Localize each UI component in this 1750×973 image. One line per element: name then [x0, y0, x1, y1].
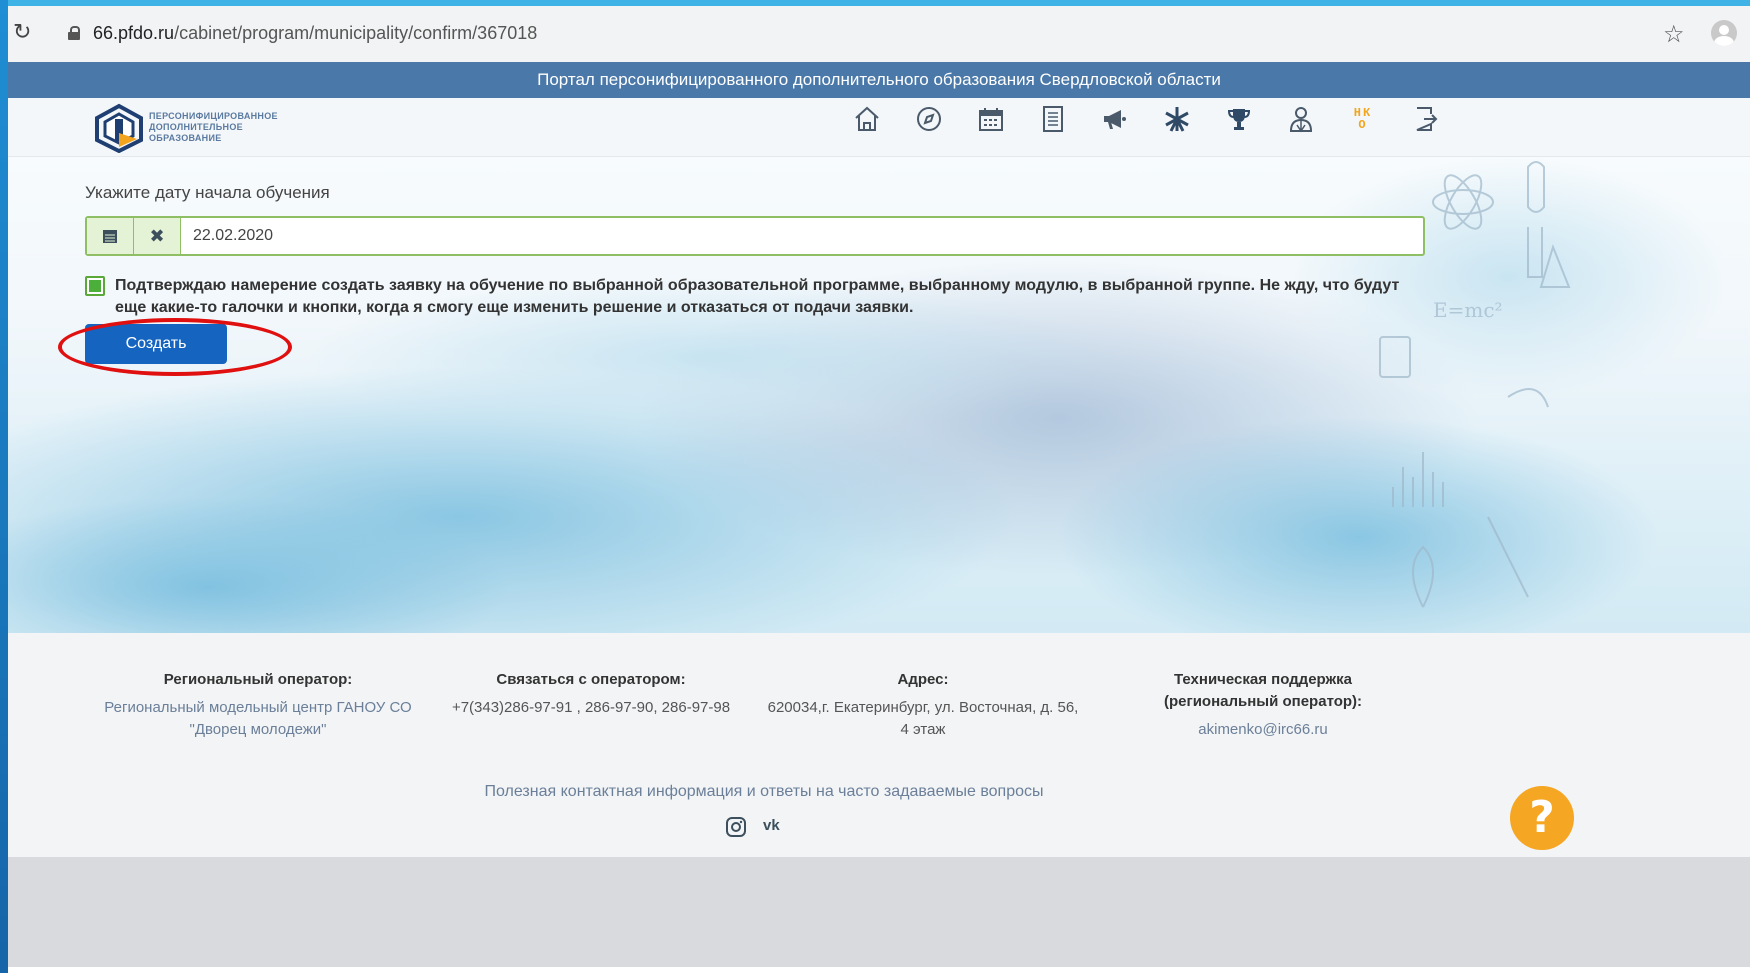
bottom-strip — [8, 857, 1750, 967]
help-bubble-icon[interactable]: ? — [1510, 786, 1574, 850]
calendar-icon[interactable] — [974, 102, 1008, 136]
calendar-icon — [103, 230, 117, 243]
checkbox-fill — [89, 280, 101, 292]
nko-icon[interactable]: НКО — [1346, 102, 1380, 136]
confirm-text: Подтверждаю намерение создать заявку на … — [115, 277, 1400, 316]
footer-operator-title: Региональный оператор: — [163, 671, 353, 688]
trophy-icon[interactable] — [1222, 102, 1256, 136]
svg-text:E=mc²: E=mc² — [1433, 298, 1503, 322]
footer-address: Адрес: 620034,г. Екатеринбург, ул. Восто… — [763, 669, 1083, 741]
clear-date-button[interactable]: ✖ — [134, 218, 181, 254]
users-icon[interactable] — [1284, 102, 1318, 136]
instagram-icon[interactable] — [725, 816, 747, 838]
footer-contact-title: Связаться с оператором: — [496, 671, 686, 688]
footer-support: Техническая поддержка (региональный опер… — [1118, 669, 1408, 741]
slide-left-edge — [0, 0, 8, 973]
portal-banner: Портал персонифицированного дополнительн… — [8, 62, 1750, 98]
footer-support-email[interactable]: akimenko@irc66.ru — [1118, 719, 1408, 741]
footer-support-title: Техническая поддержка (региональный опер… — [1163, 671, 1363, 710]
browser-window: ↻ 66.pfdo.ru/cabinet/program/municipalit… — [8, 6, 1750, 973]
logo-text: ПЕРСОНИФИЦИРОВАННОЕ ДОПОЛНИТЕЛЬНОЕ ОБРАЗ… — [149, 111, 278, 144]
footer-address-title: Адрес: — [897, 671, 949, 688]
logo-line-3: ОБРАЗОВАНИЕ — [149, 133, 222, 143]
url-text[interactable]: 66.pfdo.ru/cabinet/program/municipality/… — [93, 23, 537, 44]
logo-line-1: ПЕРСОНИФИЦИРОВАННОЕ — [149, 111, 278, 121]
footer-contact: Связаться с оператором: +7(343)286-97-91… — [426, 669, 756, 719]
footer-operator-link[interactable]: Региональный модельный центр ГАНОУ СО "Д… — [98, 697, 418, 741]
megaphone-icon[interactable] — [1098, 102, 1132, 136]
footer-address-value: 620034,г. Екатеринбург, ул. Восточная, д… — [767, 699, 1079, 738]
footer-operator: Региональный оператор: Региональный моде… — [98, 669, 418, 741]
start-date-input[interactable] — [183, 218, 1433, 254]
vk-icon[interactable]: vk — [763, 817, 780, 834]
star-burst-icon[interactable] — [1160, 102, 1194, 136]
footer-contact-phones: +7(343)286-97-91 , 286-97-90, 286-97-98 — [451, 699, 731, 716]
address-bar: ↻ 66.pfdo.ru/cabinet/program/municipalit… — [8, 6, 1750, 63]
logo-hexagon-icon — [95, 103, 143, 154]
calendar-picker-button[interactable] — [87, 218, 134, 254]
date-input-group: ✖ — [85, 216, 1433, 256]
url-path: /cabinet/program/municipality/confirm/36… — [174, 23, 538, 43]
date-label: Укажите дату начала обучения — [85, 183, 330, 202]
logo-line-2: ДОПОЛНИТЕЛЬНОЕ — [149, 122, 243, 132]
url-domain: 66.pfdo.ru — [93, 23, 175, 43]
logout-icon[interactable] — [1408, 102, 1442, 136]
home-icon[interactable] — [850, 102, 884, 136]
reload-icon[interactable]: ↻ — [13, 22, 35, 44]
close-icon: ✖ — [149, 225, 165, 247]
nko-label: НКО — [1353, 106, 1373, 132]
site-footer: Региональный оператор: Региональный моде… — [8, 633, 1750, 857]
confirm-checkbox[interactable] — [85, 276, 105, 296]
site-logo[interactable]: ПЕРСОНИФИЦИРОВАННОЕ ДОПОЛНИТЕЛЬНОЕ ОБРАЗ… — [93, 103, 313, 154]
bookmark-star-icon[interactable]: ☆ — [1663, 20, 1685, 48]
footer-help-link[interactable]: Полезная контактная информация и ответы … — [8, 783, 1520, 801]
create-button[interactable]: Создать — [85, 324, 227, 364]
document-icon[interactable] — [1036, 102, 1070, 136]
account-icon[interactable] — [1711, 20, 1737, 46]
compass-icon[interactable] — [912, 102, 946, 136]
lock-icon[interactable] — [68, 26, 80, 40]
